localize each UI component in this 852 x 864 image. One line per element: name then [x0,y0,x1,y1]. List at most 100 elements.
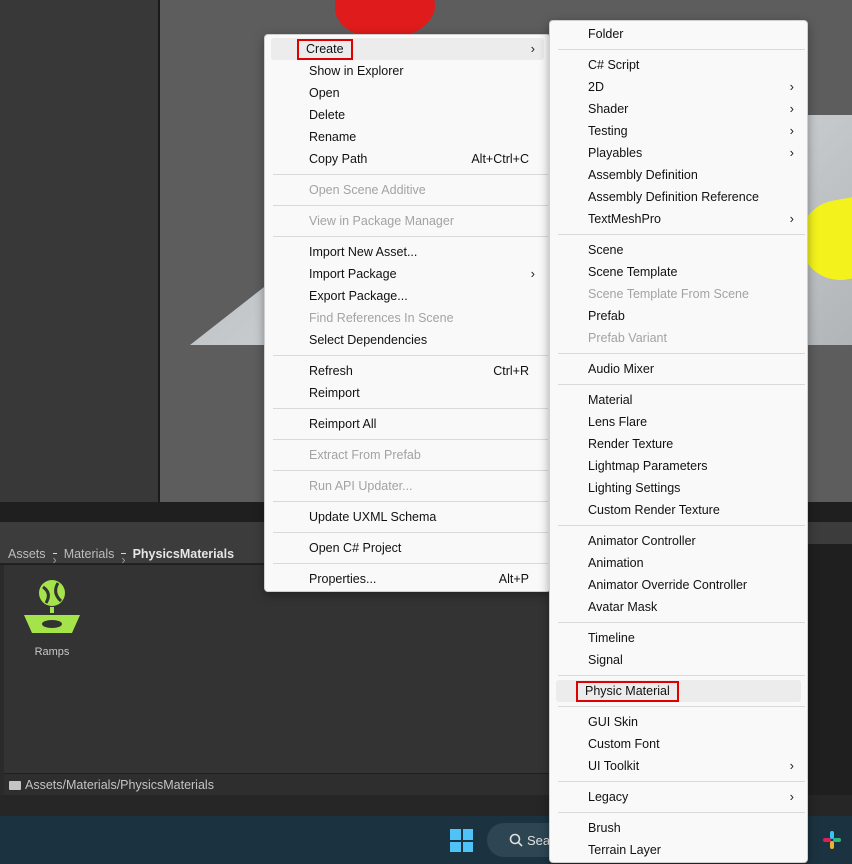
menu-item-reimport[interactable]: Reimport [271,382,544,404]
menu-separator [273,236,548,237]
menu-item-extract-from-prefab: Extract From Prefab [309,448,421,462]
menu-item-label: 2D [588,80,604,94]
menu-item-export-package[interactable]: Export Package... [271,285,544,307]
menu-separator [558,384,805,385]
breadcrumb-materials[interactable]: Materials [64,547,115,561]
menu-item-label: Properties... [309,572,377,586]
chevron-right-icon: › [789,758,794,773]
create-item-material[interactable]: Material [556,389,801,411]
create-item-playables[interactable]: Playables › [556,142,801,164]
create-item-lens-flare[interactable]: Lens Flare [556,411,801,433]
menu-item-update-uxml-schema[interactable]: Update UXML Schema [271,506,544,528]
slack-icon[interactable] [822,830,842,850]
menu-item-rename[interactable]: Rename [271,126,544,148]
chevron-right-icon: › [789,123,794,138]
create-submenu: Folder C# Script 2D › Shader › Testing › Pl… [549,20,808,863]
menu-item-label: Testing [588,124,628,138]
chevron-right-icon: › [789,101,794,116]
menu-item-label: Import Package [309,267,397,281]
create-item-terrain-layer[interactable]: Terrain Layer [556,839,801,861]
menu-item-find-references: Find References In Scene [309,311,454,325]
menu-item-show-in-explorer[interactable]: Show in Explorer [271,60,544,82]
menu-item-view-in-package-manager: View in Package Manager [309,214,454,228]
create-item-assembly-definition[interactable]: Assembly Definition [556,164,801,186]
create-item-gui-skin[interactable]: GUI Skin [556,711,801,733]
create-item-lightmap-parameters[interactable]: Lightmap Parameters [556,455,801,477]
create-item-scene[interactable]: Scene [556,239,801,261]
menu-separator [558,812,805,813]
menu-separator [558,675,805,676]
create-item-legacy[interactable]: Legacy › [556,786,801,808]
menu-item-open-csharp-project[interactable]: Open C# Project [271,537,544,559]
create-item-prefab-variant: Prefab Variant [588,331,667,345]
create-item-folder[interactable]: Folder [556,23,801,45]
create-item-prefab[interactable]: Prefab [556,305,801,327]
create-item-shader[interactable]: Shader › [556,98,801,120]
shortcut-label: Ctrl+R [493,364,529,378]
menu-separator [273,174,548,175]
windows-start-icon[interactable] [450,829,473,852]
create-item-2d[interactable]: 2D › [556,76,801,98]
create-item-avatar-mask[interactable]: Avatar Mask [556,596,801,618]
menu-item-properties[interactable]: Properties... Alt+P [271,568,544,590]
create-item-custom-font[interactable]: Custom Font [556,733,801,755]
menu-item-import-package[interactable]: Import Package › [271,263,544,285]
menu-separator [558,353,805,354]
menu-item-create[interactable]: Create › [271,38,544,60]
menu-item-import-new-asset[interactable]: Import New Asset... [271,241,544,263]
menu-item-select-dependencies[interactable]: Select Dependencies [271,329,544,351]
asset-path: Assets/Materials/PhysicsMaterials [25,777,214,792]
create-item-ui-toolkit[interactable]: UI Toolkit › [556,755,801,777]
chevron-right-icon: › [530,266,535,281]
create-item-render-texture[interactable]: Render Texture [556,433,801,455]
menu-separator [273,439,548,440]
create-item-scene-template[interactable]: Scene Template [556,261,801,283]
menu-item-run-api-updater: Run API Updater... [309,479,413,493]
menu-item-open-scene-additive: Open Scene Additive [309,183,426,197]
menu-separator [558,706,805,707]
breadcrumb-assets[interactable]: Assets [8,547,46,561]
create-item-lighting-settings[interactable]: Lighting Settings [556,477,801,499]
create-item-physic-material[interactable]: Physic Material [556,680,801,702]
create-item-custom-render-texture[interactable]: Custom Render Texture [556,499,801,521]
create-item-scene-template-from-scene: Scene Template From Scene [588,287,749,301]
menu-item-copy-path[interactable]: Copy Path Alt+Ctrl+C [271,148,544,170]
chevron-right-icon: › [530,41,535,56]
menu-item-label: Create [297,39,353,60]
menu-separator [558,234,805,235]
menu-separator [273,501,548,502]
menu-item-label: UI Toolkit [588,759,640,773]
menu-item-refresh[interactable]: Refresh Ctrl+R [271,360,544,382]
folder-icon [9,781,21,790]
menu-item-open[interactable]: Open [271,82,544,104]
chevron-right-icon: › [789,145,794,160]
create-item-assembly-definition-reference[interactable]: Assembly Definition Reference [556,186,801,208]
create-item-animator-override-controller[interactable]: Animator Override Controller [556,574,801,596]
menu-separator [558,49,805,50]
menu-item-label: Legacy [588,790,629,804]
menu-separator [558,525,805,526]
breadcrumb-physicsmaterials[interactable]: PhysicsMaterials [133,547,234,561]
create-item-testing[interactable]: Testing › [556,120,801,142]
asset-ramps[interactable]: Ramps [22,577,82,658]
menu-item-reimport-all[interactable]: Reimport All [271,413,544,435]
red-ramp-object [335,0,435,38]
create-item-brush[interactable]: Brush [556,817,801,839]
taskbar-search-text: Sea [527,832,551,848]
chevron-right-icon: › [52,553,57,567]
create-item-textmeshpro[interactable]: TextMeshPro › [556,208,801,230]
menu-separator [273,205,548,206]
create-item-csharp-script[interactable]: C# Script [556,54,801,76]
create-item-animation[interactable]: Animation [556,552,801,574]
create-item-audio-mixer[interactable]: Audio Mixer [556,358,801,380]
menu-separator [273,532,548,533]
menu-item-delete[interactable]: Delete [271,104,544,126]
asset-path-bar: Assets/Materials/PhysicsMaterials [4,773,560,795]
menu-item-label: TextMeshPro [588,212,661,226]
create-item-timeline[interactable]: Timeline [556,627,801,649]
create-item-signal[interactable]: Signal [556,649,801,671]
menu-item-label: Shader [588,102,629,116]
create-item-animator-controller[interactable]: Animator Controller [556,530,801,552]
menu-separator [273,563,548,564]
asset-context-menu: Create › Show in Explorer Open Delete Ren… [264,34,551,592]
